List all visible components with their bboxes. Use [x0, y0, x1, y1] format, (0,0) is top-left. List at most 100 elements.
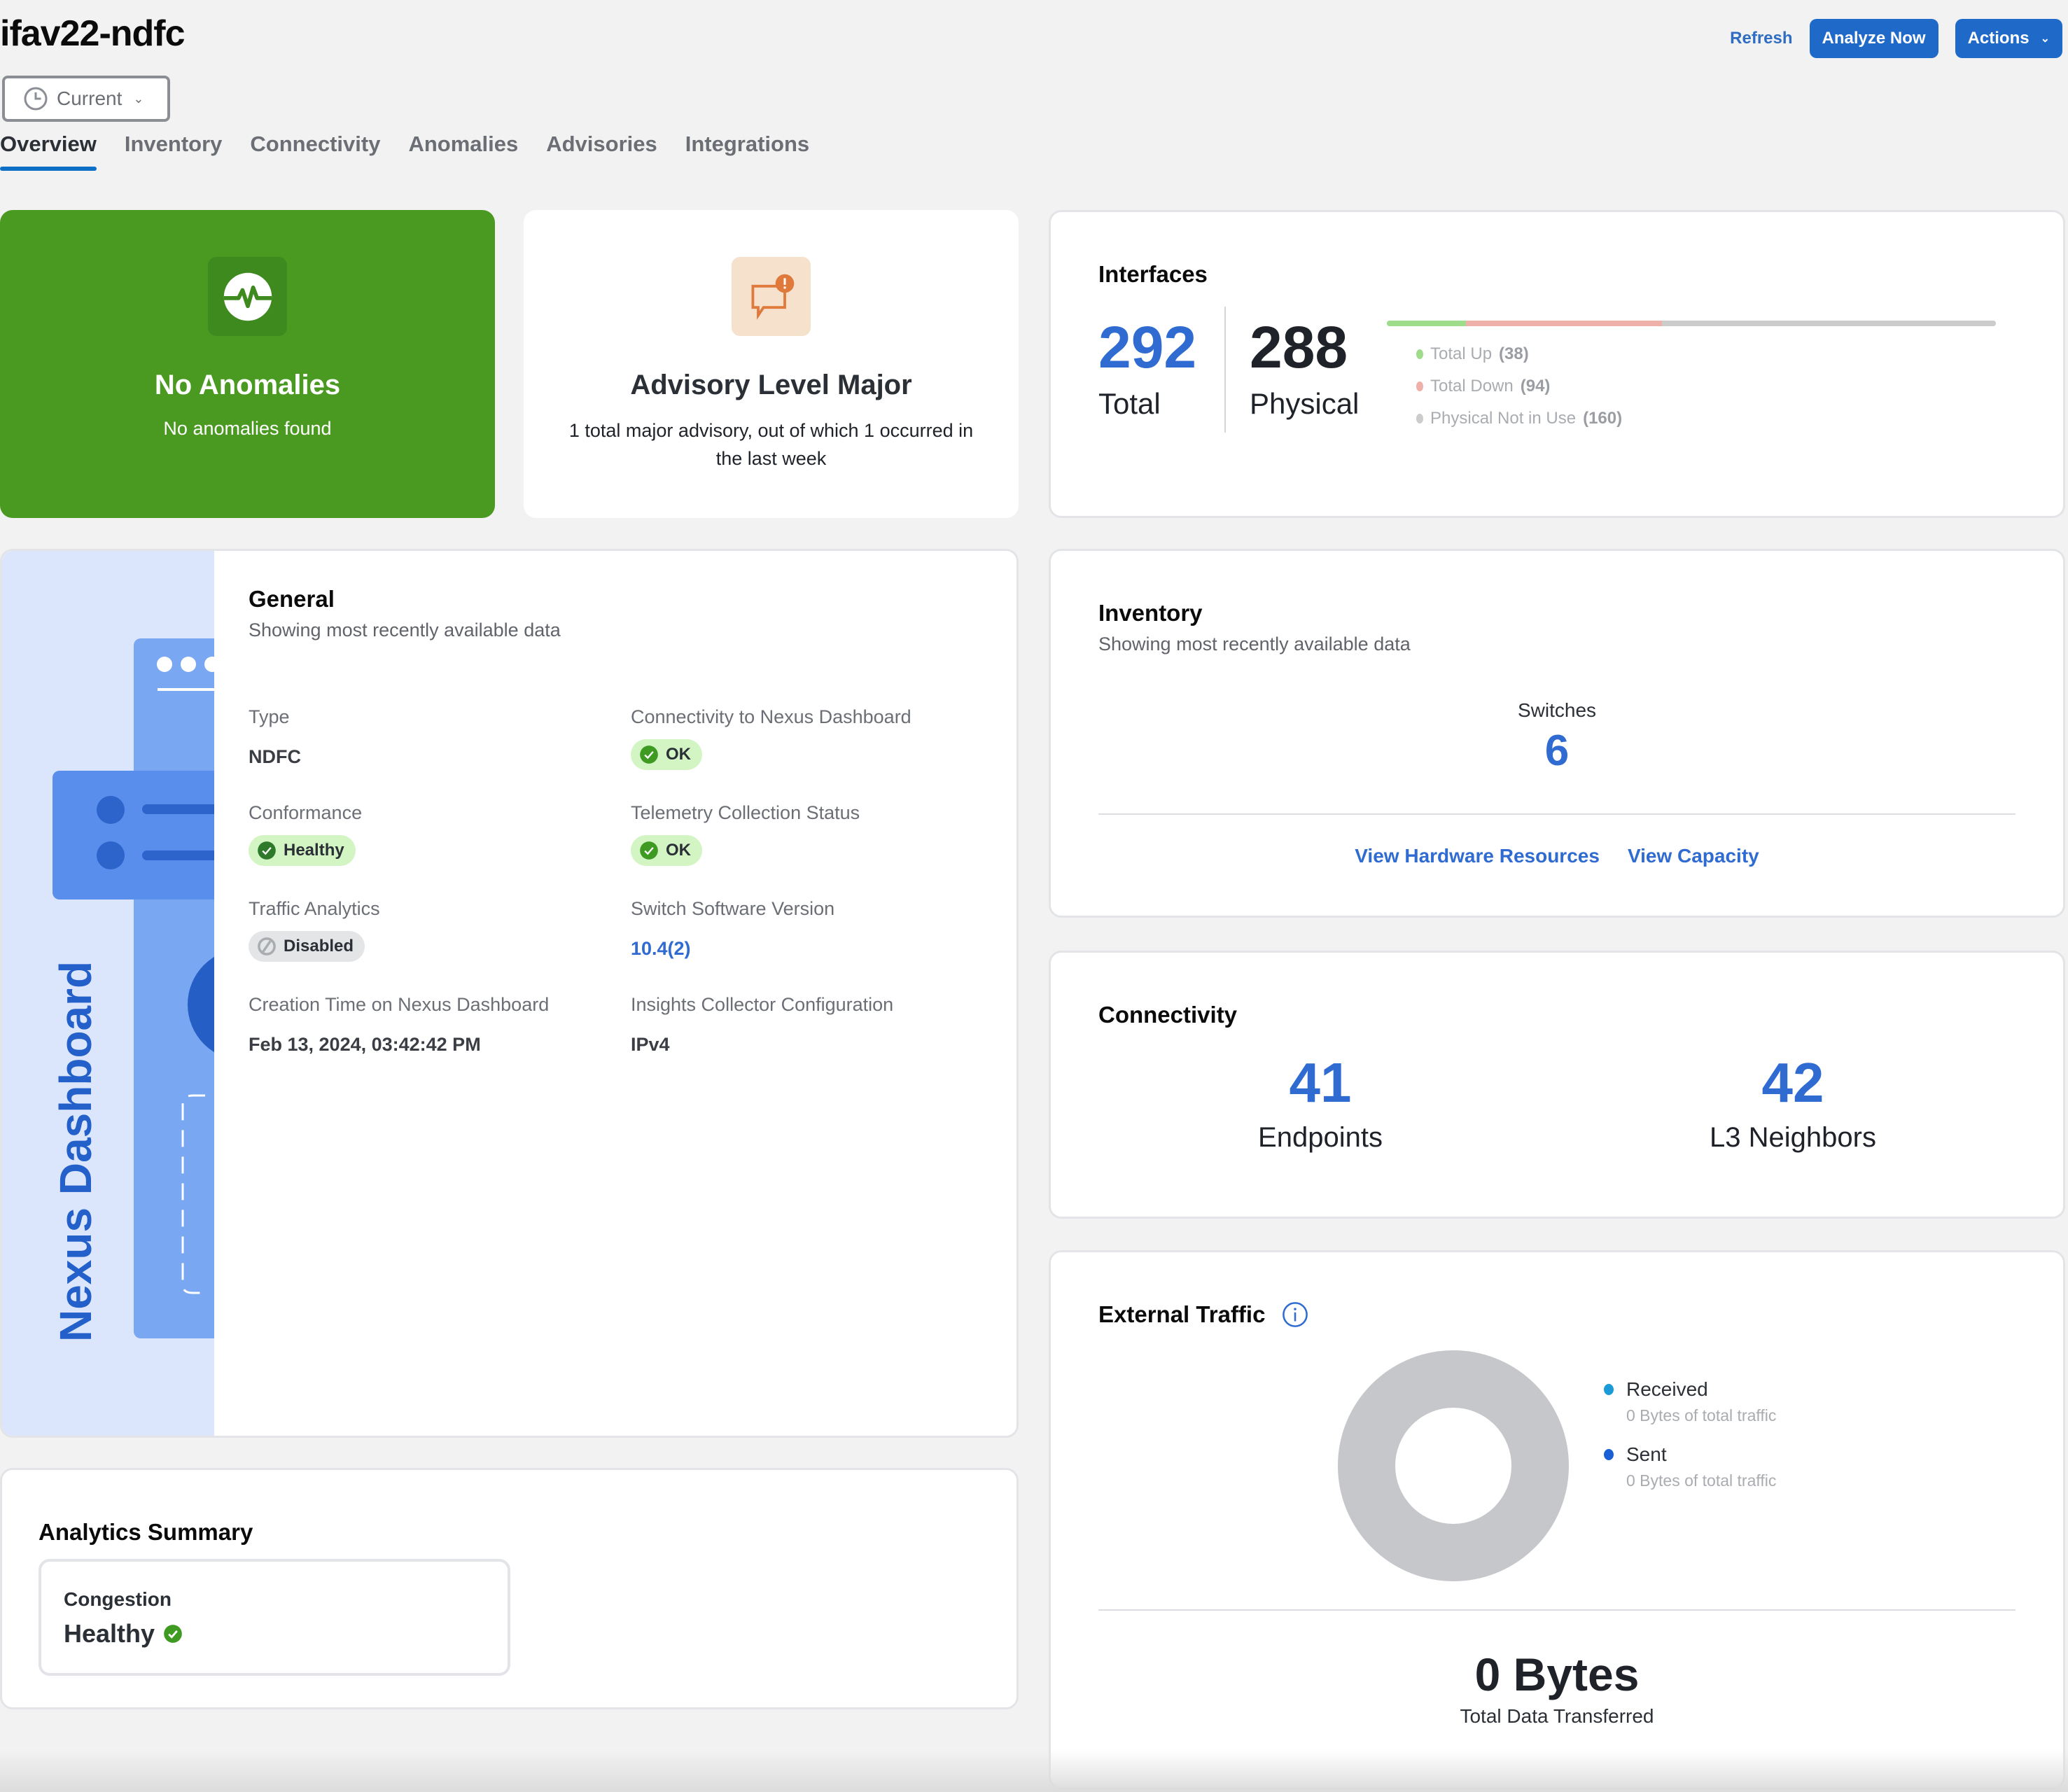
external-traffic-title: External Traffic: [1098, 1301, 1266, 1327]
legend-item-not-in-use: Physical Not in Use (160): [1416, 402, 1622, 435]
heartbeat-icon: [223, 272, 272, 321]
interfaces-title: Interfaces: [1098, 261, 1208, 287]
endpoints-label: Endpoints: [1258, 1122, 1383, 1153]
check-circle-icon: [640, 841, 658, 860]
tab-bar: Overview Inventory Connectivity Anomalie…: [0, 132, 809, 171]
congestion-tile[interactable]: Congestion Healthy: [39, 1559, 510, 1676]
tab-overview[interactable]: Overview: [0, 132, 97, 171]
info-icon[interactable]: [1282, 1301, 1308, 1328]
tab-inventory[interactable]: Inventory: [125, 132, 223, 171]
interfaces-legend: Total Up (38) Total Down (94) Physical N…: [1416, 338, 1622, 435]
check-circle-icon: [640, 746, 658, 764]
legend-item-total-down: Total Down (94): [1416, 370, 1622, 402]
total-data-label: Total Data Transferred: [1460, 1705, 1654, 1727]
interfaces-status-bar: [1387, 321, 1996, 326]
interfaces-total-label: Total: [1098, 387, 1161, 420]
l3-neighbors-stat[interactable]: 42 L3 Neighbors: [1653, 1051, 1933, 1154]
legend-count: (94): [1520, 377, 1551, 396]
field-connectivity: Connectivity to Nexus Dashboard OK: [631, 706, 981, 802]
view-hardware-resources-link[interactable]: View Hardware Resources: [1355, 845, 1600, 867]
field-label: Creation Time on Nexus Dashboard: [249, 994, 550, 1015]
field-label: Switch Software Version: [631, 898, 835, 919]
view-capacity-link[interactable]: View Capacity: [1628, 845, 1759, 867]
bar-segment-up: [1387, 321, 1467, 326]
status-badge-ok: OK: [631, 835, 702, 866]
tab-connectivity[interactable]: Connectivity: [250, 132, 380, 171]
endpoints-stat[interactable]: 41 Endpoints: [1180, 1051, 1460, 1154]
legend-label: Sent: [1626, 1443, 1667, 1465]
anomalies-card[interactable]: No Anomalies No anomalies found: [0, 210, 495, 518]
legend-dot: [1604, 1449, 1614, 1460]
anomalies-subtitle: No anomalies found: [163, 418, 332, 439]
interfaces-total-value[interactable]: 292: [1098, 314, 1196, 382]
legend-label: Total Down: [1430, 377, 1514, 396]
field-value: NDFC: [249, 746, 301, 767]
chevron-down-icon: ⌄: [2040, 33, 2050, 45]
traffic-donut-chart: [1338, 1350, 1569, 1581]
analyze-now-button[interactable]: Analyze Now: [1809, 19, 1938, 58]
status-text: Disabled: [284, 937, 354, 955]
software-version-link[interactable]: 10.4(2): [631, 938, 981, 960]
status-text: Healthy: [284, 841, 344, 860]
analytics-summary-title: Analytics Summary: [39, 1519, 253, 1545]
legend-dot: [1604, 1384, 1614, 1395]
field-label: Connectivity to Nexus Dashboard: [631, 706, 911, 727]
check-circle-icon: [258, 841, 276, 860]
check-circle-icon: [164, 1625, 182, 1643]
analytics-summary-card: Analytics Summary Congestion Healthy: [0, 1468, 1019, 1709]
field-conformance: Conformance Healthy: [249, 802, 631, 898]
general-fields: Type NDFC Connectivity to Nexus Dashboar…: [249, 706, 991, 1090]
field-value: Feb 13, 2024, 03:42:42 PM: [249, 1034, 481, 1055]
interfaces-physical-label: Physical: [1250, 387, 1360, 420]
donut-empty-ring: [1338, 1350, 1569, 1581]
connectivity-title: Connectivity: [1098, 1002, 1238, 1028]
tab-integrations[interactable]: Integrations: [685, 132, 809, 171]
anomalies-title: No Anomalies: [154, 370, 341, 400]
bar-segment-down: [1466, 321, 1663, 326]
endpoints-count: 41: [1289, 1051, 1352, 1114]
field-label: Traffic Analytics: [249, 898, 380, 919]
field-traffic-analytics: Traffic Analytics Disabled: [249, 898, 631, 994]
legend-item-received: Received 0 Bytes of total traffic: [1604, 1378, 1776, 1425]
field-telemetry: Telemetry Collection Status OK: [631, 802, 981, 898]
tab-advisories[interactable]: Advisories: [546, 132, 657, 171]
divider: [1098, 813, 2015, 815]
status-text: OK: [666, 841, 691, 860]
legend-detail: 0 Bytes of total traffic: [1626, 1406, 1777, 1424]
header-actions: Refresh Analyze Now Actions ⌄: [1730, 19, 2062, 58]
refresh-button[interactable]: Refresh: [1730, 29, 1792, 48]
legend-detail: 0 Bytes of total traffic: [1626, 1471, 1777, 1490]
switches-label: Switches: [1517, 699, 1597, 721]
switches-count[interactable]: 6: [1051, 726, 2063, 776]
field-type: Type NDFC: [249, 706, 631, 802]
chat-alert-icon: [751, 274, 794, 320]
field-collector-config: Insights Collector Configuration IPv4: [631, 994, 981, 1090]
legend-dot: [1416, 382, 1423, 391]
interfaces-physical-value[interactable]: 288: [1250, 314, 1348, 382]
general-title: General: [249, 586, 335, 612]
actions-dropdown-button[interactable]: Actions ⌄: [1955, 19, 2062, 58]
advisory-card[interactable]: Advisory Level Major 1 total major advis…: [524, 210, 1019, 518]
connectivity-card: Connectivity 41 Endpoints 42 L3 Neighbor…: [1049, 951, 2065, 1219]
field-label: Conformance: [249, 802, 363, 823]
legend-count: (160): [1583, 409, 1623, 428]
advisory-icon-box: [732, 257, 811, 336]
chevron-down-icon: ⌄: [133, 91, 144, 106]
inventory-title: Inventory: [1098, 600, 1203, 626]
tab-anomalies[interactable]: Anomalies: [408, 132, 518, 171]
inventory-subtitle: Showing most recently available data: [1098, 634, 1411, 654]
field-label: Insights Collector Configuration: [631, 994, 894, 1015]
congestion-label: Congestion: [64, 1588, 172, 1610]
time-range-dropdown[interactable]: Current ⌄: [2, 76, 170, 122]
disabled-icon: [258, 937, 276, 955]
legend-dot: [1416, 414, 1423, 424]
field-label: Type: [249, 706, 290, 727]
field-software-version: Switch Software Version 10.4(2): [631, 898, 981, 994]
inventory-card: Inventory Showing most recently availabl…: [1049, 549, 2065, 918]
status-badge-ok: OK: [631, 739, 702, 770]
divider: [1098, 1609, 2015, 1611]
bar-segment-not-in-use: [1662, 321, 1996, 326]
actions-label: Actions: [1967, 29, 2029, 48]
field-label: Telemetry Collection Status: [631, 802, 860, 823]
general-body: General Showing most recently available …: [249, 586, 1016, 1055]
